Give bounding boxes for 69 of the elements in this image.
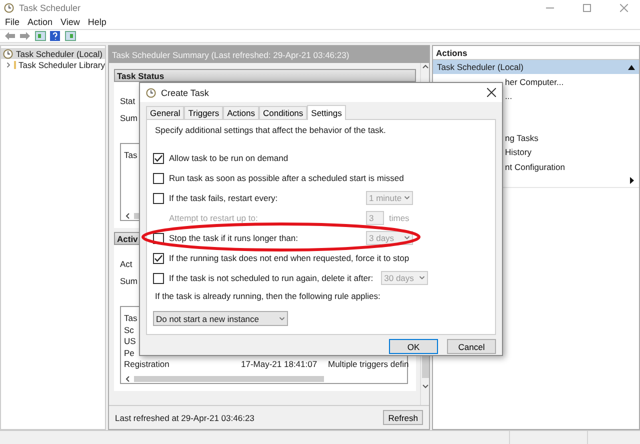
dialog-button[interactable]: OK	[389, 339, 438, 354]
menu-item[interactable]: File	[5, 17, 20, 28]
action-link[interactable]: ...	[505, 91, 512, 102]
action-link[interactable]: ng Tasks	[505, 132, 538, 143]
last-refreshed-text: Last refreshed at 29-Apr-21 03:46:23	[115, 412, 254, 423]
pane-toggle-button[interactable]	[64, 30, 76, 42]
tab[interactable]: Actions	[223, 106, 259, 119]
app-icon	[4, 2, 14, 13]
checkbox[interactable]	[153, 252, 164, 264]
action-link[interactable]: nt Configuration	[505, 162, 566, 172]
window-title: Task Scheduler	[19, 2, 82, 13]
refresh-button[interactable]: Refresh	[383, 410, 423, 426]
option-label: If the running task does not end when requested, force it to stop	[169, 253, 410, 263]
rule-dropdown[interactable]: Do not start a new instance	[153, 311, 288, 326]
section-header[interactable]: Task Status	[114, 69, 416, 82]
maximize-icon[interactable]	[583, 4, 591, 12]
chevron-icon	[419, 274, 426, 282]
table-cell: Multiple triggers defin	[328, 359, 409, 370]
option-label: If the task fails, restart every:	[169, 193, 279, 203]
tab[interactable]: Conditions	[258, 106, 308, 119]
back-button[interactable]	[4, 30, 16, 42]
chevron-icon	[404, 234, 410, 242]
chevron-icon	[404, 194, 410, 202]
action-link[interactable]: History	[505, 147, 532, 158]
chevron-icon	[5, 60, 11, 69]
option-label: Stop the task if it runs longer than:	[169, 233, 299, 243]
action-link[interactable]: her Computer...	[505, 76, 564, 87]
submenu-arrow-icon[interactable]	[630, 177, 634, 184]
unit-label: times	[389, 213, 410, 223]
table-cell: US	[124, 336, 136, 346]
table-cell: Registration	[124, 359, 170, 370]
table-cell: 17-May-21 18:41:07	[241, 359, 318, 370]
section-label: Stat	[120, 96, 136, 106]
option-label: Run task as soon as possible after a scheduled start is missed	[169, 173, 404, 183]
checkbox[interactable]	[153, 152, 164, 164]
menu-item[interactable]: View	[60, 17, 80, 28]
section-label: Act	[120, 258, 132, 269]
dialog-button[interactable]: Cancel	[447, 339, 496, 354]
section-label: Sum	[120, 112, 138, 123]
checkbox[interactable]	[153, 272, 164, 284]
tree-item[interactable]: Task Scheduler Library	[18, 60, 105, 70]
close-icon[interactable]	[487, 88, 496, 97]
forward-button[interactable]	[19, 30, 31, 42]
menu-item[interactable]: Help	[88, 17, 106, 28]
chevron-icon	[279, 314, 285, 322]
option-label: Attempt to restart up to:	[168, 213, 259, 223]
table-cell: Tas	[124, 150, 138, 160]
dialog-title: Create Task	[161, 88, 210, 98]
option-label: If the task is not scheduled to run again, delete it after:	[169, 273, 374, 283]
checkbox[interactable]	[153, 192, 164, 204]
collapse-icon	[628, 64, 635, 70]
tab[interactable]: Triggers	[184, 106, 224, 119]
actions-group-header[interactable]: Task Scheduler (Local)	[433, 60, 639, 74]
description-text: Specify additional settings that affect the behavior of the task.	[154, 124, 387, 136]
clock-icon	[146, 88, 156, 98]
table-cell: Sc	[124, 324, 134, 335]
tab[interactable]: General	[146, 106, 184, 119]
pane-toggle-button[interactable]	[34, 30, 46, 42]
help-button[interactable]	[49, 30, 61, 42]
menu-item[interactable]: Action	[28, 17, 53, 28]
checkbox[interactable]	[153, 172, 164, 184]
rule-label: If the task is already running, then the following rule applies:	[154, 290, 382, 303]
summary-header: Task Scheduler Summary (Last refreshed: 29-Apr-21 03:46:23)	[109, 46, 429, 64]
clock-icon	[3, 48, 13, 59]
tab[interactable]: Settings	[307, 105, 346, 120]
table-cell: Pe	[124, 348, 134, 358]
option-label: Allow task to be run on demand	[169, 153, 290, 163]
table-cell: Tas	[124, 313, 138, 324]
section-label: Sum	[120, 276, 138, 286]
